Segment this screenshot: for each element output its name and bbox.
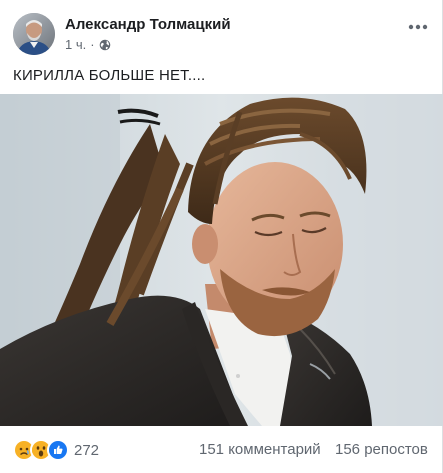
post-timestamp[interactable]: 1 ч. (65, 37, 86, 52)
post-meta: 1 ч. · (65, 37, 111, 52)
shares-count-link[interactable]: 156 репостов (335, 441, 428, 458)
more-options-icon[interactable] (408, 18, 428, 30)
feed-post: Александр Толмацкий 1 ч. · КИРИЛЛА БОЛЬШ… (0, 0, 443, 473)
post-footer: 272 151 комментарий 156 репостов (0, 426, 443, 473)
author-name[interactable]: Александр Толмацкий (65, 16, 231, 33)
comments-count-link[interactable]: 151 комментарий (199, 441, 321, 458)
reactions-summary[interactable]: 272 (13, 439, 99, 461)
author-avatar[interactable] (13, 13, 55, 55)
photo-image (0, 94, 443, 426)
meta-separator: · (90, 37, 95, 52)
reaction-count: 272 (74, 441, 100, 459)
post-photo[interactable] (0, 94, 443, 426)
avatar-image (13, 13, 55, 55)
post-text: КИРИЛЛА БОЛЬШЕ НЕТ.... (13, 67, 206, 84)
globe-icon[interactable] (99, 39, 111, 51)
like-reaction-icon (47, 439, 69, 461)
